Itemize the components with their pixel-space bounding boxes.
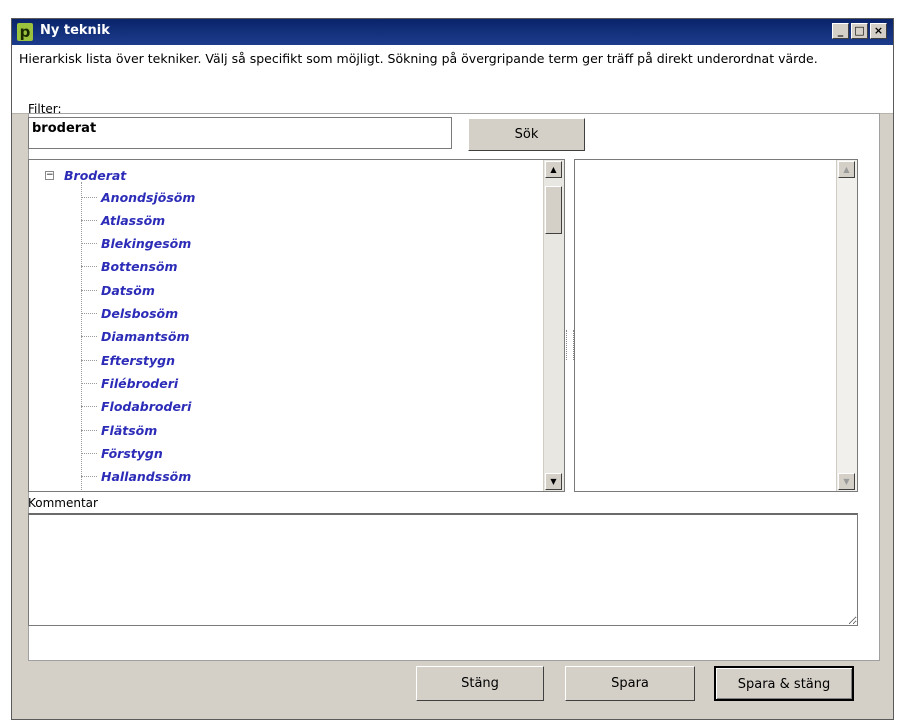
tree-item[interactable]: Bottensöm xyxy=(81,258,178,276)
tree-connector-line xyxy=(81,476,97,478)
minimize-icon[interactable]: _ xyxy=(832,23,849,39)
tree-item-label: Anondsjösöm xyxy=(101,189,196,205)
tree-connector-line xyxy=(81,289,97,291)
tree-item[interactable]: Atlassöm xyxy=(81,211,165,229)
filter-input[interactable] xyxy=(28,117,452,149)
tree-connector-line xyxy=(81,219,97,221)
tree-connector-line xyxy=(81,382,97,384)
tree-connector-line xyxy=(81,243,97,245)
tree-item[interactable]: Blekingesöm xyxy=(81,235,191,253)
tree-connector-line xyxy=(81,406,97,408)
tree-item[interactable]: Förstygn xyxy=(81,444,163,462)
technique-tree[interactable]: − Broderat Anondsjösöm Atlassöm Blekingesö… xyxy=(28,159,565,492)
tree-item-label: Förstygn xyxy=(101,445,163,461)
tree-item-label: Blekingesöm xyxy=(101,236,192,252)
window-title: Ny teknik xyxy=(40,23,110,38)
tree-item-label: Datsöm xyxy=(101,282,155,298)
tree-item[interactable]: Flodabroderi xyxy=(81,398,191,416)
close-button[interactable]: Stäng xyxy=(416,666,544,701)
tree-connector-line xyxy=(81,266,97,268)
comment-label: Kommentar xyxy=(28,496,98,510)
app-logo-icon: p xyxy=(17,23,33,41)
title-bar[interactable]: p Ny teknik _ □ × xyxy=(12,19,893,45)
tree-item[interactable]: Datsöm xyxy=(81,281,155,299)
maximize-icon[interactable]: □ xyxy=(851,23,868,39)
tree-root-node[interactable]: − Broderat xyxy=(45,166,126,184)
tree-scrollbar[interactable]: ▲ ▼ xyxy=(543,160,564,491)
scroll-up-icon[interactable]: ▲ xyxy=(545,161,562,178)
tree-connector-line xyxy=(81,359,97,361)
tree-item-label: Delsbosöm xyxy=(101,306,179,321)
tree-item[interactable]: Efterstygn xyxy=(81,351,175,369)
tree-item-label: Filébroderi xyxy=(101,375,179,391)
scroll-up-icon[interactable]: ▲ xyxy=(838,161,855,178)
tree-item-label: Flodabroderi xyxy=(101,399,192,415)
tree-item[interactable]: Flätsöm xyxy=(81,421,157,439)
tree-item[interactable]: Delsbosöm xyxy=(81,305,178,323)
tree-item-label: Flätsöm xyxy=(101,422,158,438)
scroll-down-icon[interactable]: ▼ xyxy=(545,473,562,490)
description-text: Hierarkisk lista över tekniker. Välj så … xyxy=(19,51,818,66)
tree-item-label: Efterstygn xyxy=(101,352,176,368)
tree-item-label: Hallandssöm xyxy=(101,469,192,485)
comment-textarea[interactable] xyxy=(28,513,858,626)
tree-item-label: Atlassöm xyxy=(101,212,166,228)
filter-label: Filter: xyxy=(28,102,62,116)
tree-item[interactable]: Anondsjösöm xyxy=(81,188,195,206)
tree-connector-line xyxy=(81,429,97,431)
tree-connector-line xyxy=(81,313,97,314)
tree-connector-line xyxy=(81,196,97,198)
pane-splitter[interactable] xyxy=(566,330,574,360)
selected-list[interactable]: ▲ ▼ xyxy=(574,159,858,492)
tree-item-label: Diamantsöm xyxy=(101,329,190,345)
save-button[interactable]: Spara xyxy=(565,666,695,701)
scroll-down-icon[interactable]: ▼ xyxy=(838,473,855,490)
tree-item[interactable]: Diamantsöm xyxy=(81,328,189,346)
scroll-thumb[interactable] xyxy=(545,186,562,234)
collapse-icon[interactable]: − xyxy=(45,170,54,180)
tree-connector-line xyxy=(81,336,97,338)
tree-item[interactable]: Filébroderi xyxy=(81,374,178,392)
tree-connector-line xyxy=(81,452,97,454)
tree-item-label: Bottensöm xyxy=(101,259,178,275)
description-area: Hierarkisk lista över tekniker. Välj så … xyxy=(12,45,893,114)
selected-list-scrollbar[interactable]: ▲ ▼ xyxy=(836,160,857,491)
close-icon[interactable]: × xyxy=(870,23,887,39)
save-and-close-button[interactable]: Spara & stäng xyxy=(714,666,854,701)
search-button[interactable]: Sök xyxy=(468,118,585,151)
tree-item[interactable]: Hallandssöm xyxy=(81,468,191,486)
tree-root-label: Broderat xyxy=(64,167,127,183)
